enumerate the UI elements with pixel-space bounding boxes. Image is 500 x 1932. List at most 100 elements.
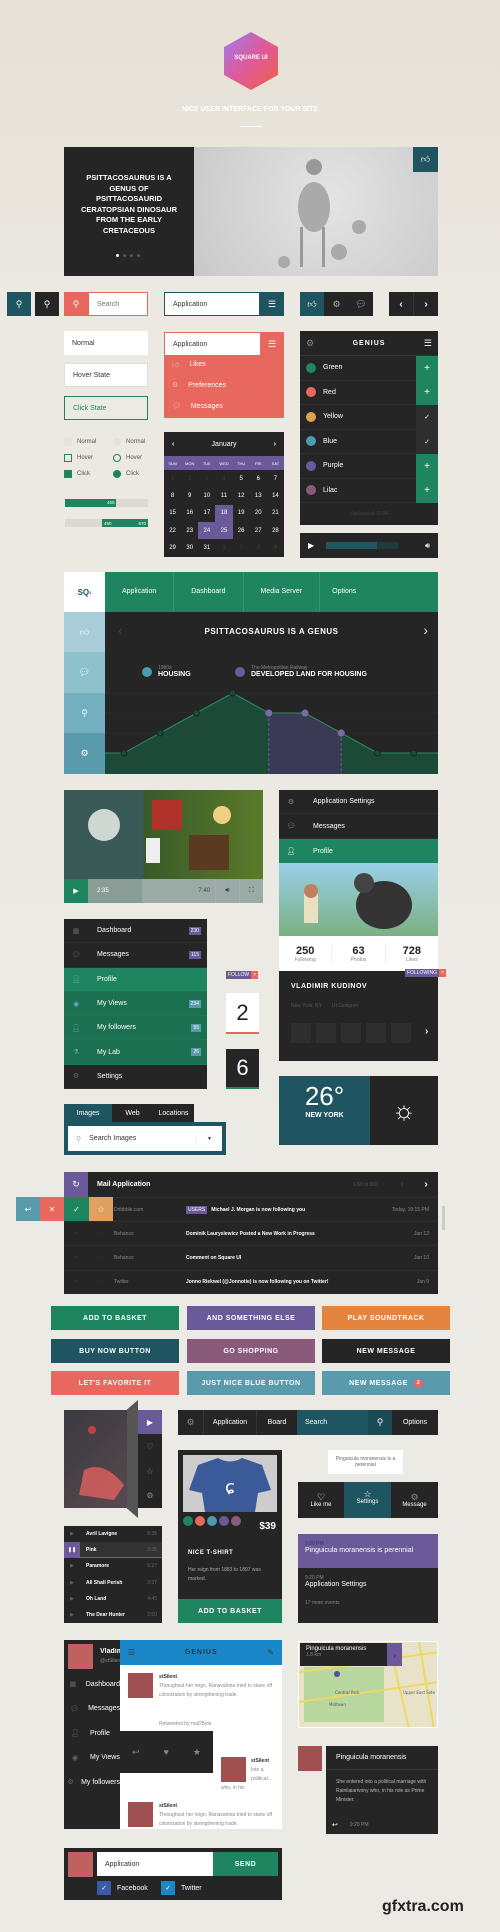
sidebar-item-my-lab[interactable]: ⚗ My Lab 26	[64, 1040, 207, 1065]
star-icon[interactable]: ★	[193, 1747, 201, 1758]
play-icon[interactable]: ▶	[308, 541, 314, 550]
post[interactable]: stSilent Throughout her reign, Ranavalona…	[159, 1673, 274, 1700]
chevron-right-icon[interactable]: ›	[387, 1643, 402, 1666]
track-item[interactable]: ▶ Oh Land 4:45	[64, 1591, 162, 1607]
caret-down-icon[interactable]: ▼	[196, 1135, 222, 1142]
calendar-day[interactable]: 8	[164, 487, 181, 504]
range-end[interactable]: 670	[138, 521, 146, 526]
track-item[interactable]: ▶ Avril Lavigne 8:35	[64, 1526, 162, 1542]
button-go-shopping[interactable]: GO SHOPPING	[187, 1339, 315, 1363]
track-item[interactable]: ❚❚ Pink 2:35	[64, 1542, 162, 1559]
calendar-day[interactable]: 1	[215, 539, 232, 556]
avatar[interactable]	[68, 1644, 93, 1669]
range-slider[interactable]: 450 670	[65, 519, 148, 527]
calendar-next-icon[interactable]: ›	[274, 441, 276, 448]
range-start[interactable]: 450	[104, 521, 112, 526]
play-icon[interactable]: ▶	[64, 1558, 80, 1574]
mail-row[interactable]: ✓ ☆ Twitter Jonno Riekwel (@Jonnotie) is no…	[64, 1269, 438, 1294]
calendar-day[interactable]: 3	[198, 470, 215, 487]
mail-row[interactable]: ✓ ☆ Behance Dominik Laurysiewicz Posted a N…	[64, 1221, 438, 1245]
calendar-day[interactable]: 28	[267, 522, 284, 539]
heart-icon[interactable]: ♥	[164, 1747, 169, 1757]
search-icon[interactable]: ⚲	[368, 1410, 392, 1435]
tab-message[interactable]: ⚙ Message	[391, 1492, 438, 1508]
calendar-day[interactable]: 12	[233, 487, 250, 504]
chevron-right-icon[interactable]: ›	[425, 1026, 428, 1037]
dropdown-value[interactable]: Application	[165, 333, 260, 355]
calendar-day[interactable]: 21	[267, 505, 284, 522]
plus-icon[interactable]: +	[416, 356, 438, 381]
genius-item[interactable]: Yellow ✓	[300, 405, 438, 430]
button-just-nice-blue-button[interactable]: JUST NICE BLUE BUTTON	[187, 1371, 315, 1395]
feed-menu-item[interactable]: 👤︎ Profile	[64, 1729, 120, 1738]
calendar-day[interactable]: 10	[198, 487, 215, 504]
star-icon[interactable]: ☆	[138, 1459, 162, 1483]
tab-locations[interactable]: Locations	[153, 1104, 194, 1122]
track-item[interactable]: ▶ Paramore 5:27	[64, 1558, 162, 1574]
play-button[interactable]: ▶	[64, 879, 88, 903]
radio-normal[interactable]: Normal	[113, 438, 145, 446]
facebook-checkbox[interactable]: ✓ Facebook	[97, 1881, 148, 1895]
video-frame[interactable]	[64, 790, 263, 879]
nav-application[interactable]: Application	[105, 572, 175, 612]
plus-icon[interactable]: +	[416, 478, 438, 503]
application-input[interactable]: Application	[164, 292, 260, 316]
slide-dots[interactable]	[116, 254, 140, 257]
button-play-soundtrack[interactable]: PLAY SOUNDTRACK	[322, 1306, 450, 1330]
nav-options[interactable]: Options	[320, 572, 368, 612]
check-icon[interactable]: ✓	[64, 1197, 89, 1221]
calendar-day[interactable]: 15	[164, 505, 181, 522]
feed-menu-item[interactable]: ▦ Dashboard	[64, 1680, 120, 1689]
image-search-input[interactable]: ⚲ Search Images ▼	[68, 1126, 222, 1151]
genius-item[interactable]: Lilac +	[300, 478, 438, 503]
volume-icon[interactable]: 🔊︎	[215, 879, 239, 903]
tab-like-me[interactable]: ♡ Like me	[298, 1492, 344, 1508]
calendar-day[interactable]: 3	[250, 539, 267, 556]
star-icon[interactable]: ☆	[88, 1255, 112, 1261]
checkbox-normal[interactable]: Normal	[64, 438, 96, 446]
nav-dashboard[interactable]: Dashboard	[174, 572, 244, 612]
settings-tab[interactable]: ⚙	[324, 292, 349, 316]
more-events-link[interactable]: 17 more events	[305, 1600, 431, 1606]
add-to-basket-button[interactable]: ADD TO BASKET	[178, 1599, 282, 1623]
nav-board[interactable]: Board	[257, 1410, 297, 1435]
calendar-day[interactable]: 4	[215, 470, 232, 487]
input-hover[interactable]: Hover State	[64, 363, 148, 387]
like-tab[interactable]: 👍︎	[300, 292, 324, 316]
mail-row[interactable]: ✓ ☆ Behance Comment on Square UI Jan 10	[64, 1245, 438, 1269]
track-item[interactable]: ▶ The Dear Hunter 2:50	[64, 1607, 162, 1623]
play-icon[interactable]: ▶	[64, 1526, 80, 1542]
tab-web[interactable]: Web	[112, 1104, 153, 1122]
radio-circle[interactable]	[113, 438, 121, 446]
genius-item[interactable]: Purple +	[300, 454, 438, 479]
radio-click[interactable]: ✓ Click	[113, 470, 139, 478]
calendar-day[interactable]: 11	[215, 487, 232, 504]
calendar-day[interactable]: 2	[181, 470, 198, 487]
post[interactable]: stSilent Throughout her reign, Ranavalona…	[159, 1802, 274, 1829]
calendar-day[interactable]: 22	[164, 522, 181, 539]
checkbox-box[interactable]	[64, 454, 72, 462]
compose-input[interactable]: Application	[97, 1852, 213, 1876]
sidebar-item-dashboard[interactable]: ▦ Dashboard 230	[64, 919, 207, 944]
menu-item-profile[interactable]: 👤︎ Profile	[279, 839, 438, 863]
color-swatch[interactable]	[207, 1516, 217, 1526]
checkmark-icon[interactable]: ✓	[64, 470, 72, 478]
nav-search-input[interactable]: Search	[297, 1410, 368, 1435]
check-icon[interactable]: ✓	[64, 1255, 88, 1261]
checkbox-click[interactable]: ✓ Click	[64, 470, 90, 478]
next-button[interactable]: ›	[414, 292, 438, 316]
fullscreen-icon[interactable]: ⛶	[239, 879, 263, 903]
event-title[interactable]: Application Settings	[305, 1581, 431, 1588]
plus-icon[interactable]: +	[416, 454, 438, 479]
sidebar-item-profile[interactable]: 👤︎ Profile	[64, 967, 207, 992]
calendar-day[interactable]: 4	[267, 539, 284, 556]
input-click[interactable]: Click State	[64, 396, 148, 420]
button-buy-now-button[interactable]: BUY NOW BUTTON	[51, 1339, 179, 1363]
calendar-day[interactable]: 6	[250, 470, 267, 487]
audio-progress[interactable]	[326, 542, 399, 549]
dropdown-item-likes[interactable]: 👍︎ Likes	[172, 360, 206, 369]
calendar-day[interactable]: 13	[250, 487, 267, 504]
play-icon[interactable]: ▶	[64, 1591, 80, 1607]
calendar-day[interactable]: 25	[215, 521, 233, 540]
reply-icon[interactable]: ↩	[16, 1197, 40, 1221]
